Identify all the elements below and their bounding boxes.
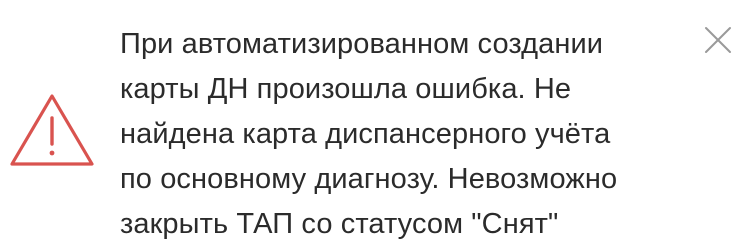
notification-message: При автоматизированном создании карты ДН…	[120, 22, 680, 247]
close-button[interactable]	[700, 22, 736, 58]
message-line: по основному диагнозу. Невозможно	[120, 163, 618, 195]
error-notification: При автоматизированном создании карты ДН…	[0, 0, 745, 250]
message-line: закрыть ТАП со статусом "Снят"	[120, 208, 559, 240]
message-line: найдена карта диспансерного учёта	[120, 118, 611, 150]
warning-triangle-icon	[8, 92, 96, 168]
close-icon	[705, 27, 731, 53]
message-line: При автоматизированном создании	[120, 28, 604, 60]
message-line: карты ДН произошла ошибка. Не	[120, 73, 572, 105]
